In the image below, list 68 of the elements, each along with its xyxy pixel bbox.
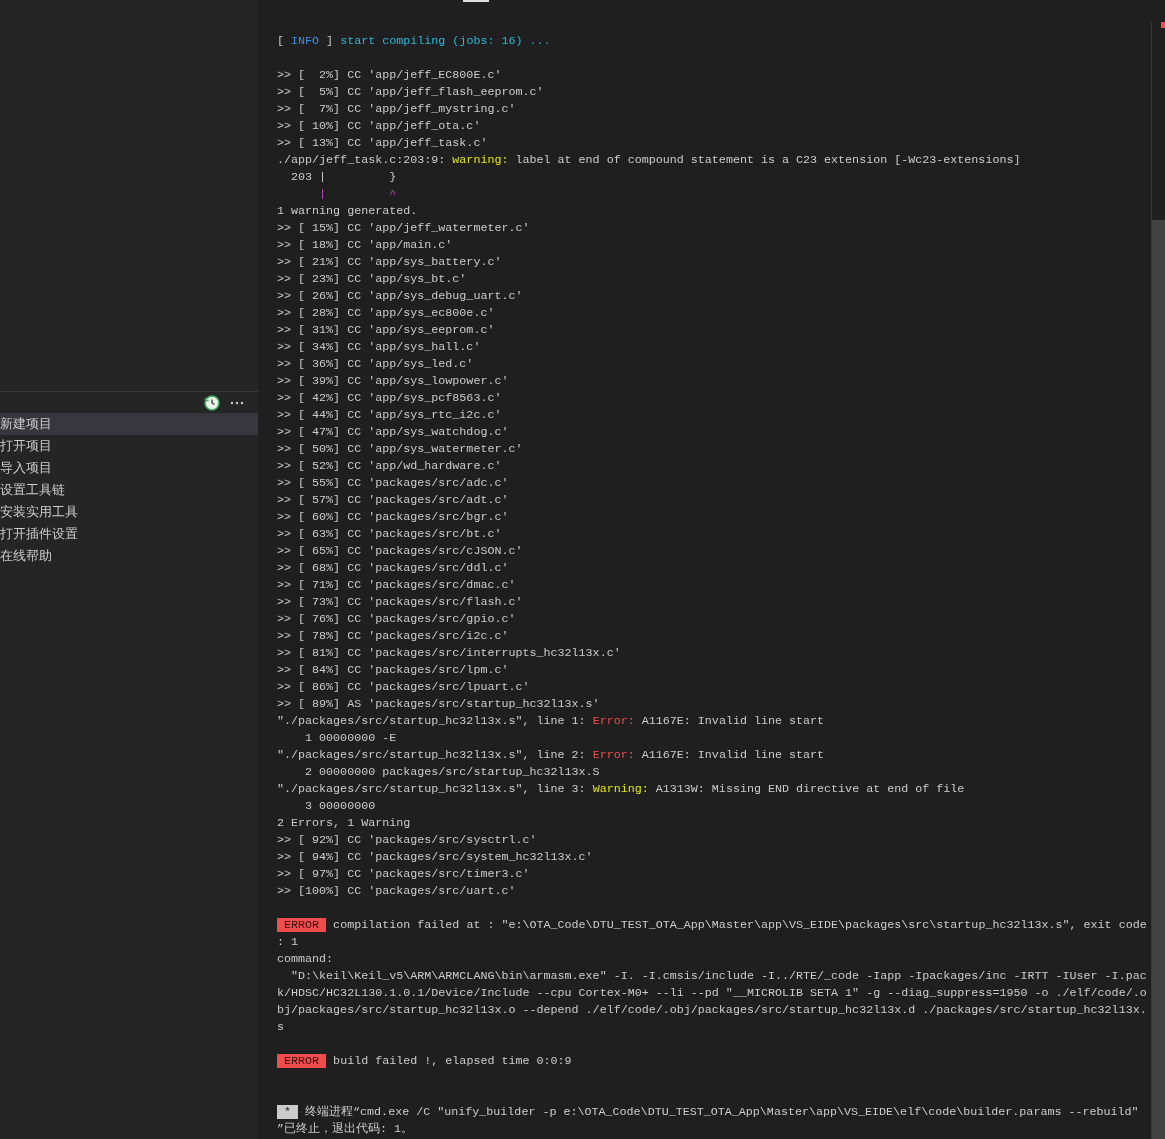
terminal-line: >> [ 2%] CC 'app/jeff_EC800E.c' bbox=[277, 67, 502, 84]
terminal-line: command: bbox=[277, 951, 334, 968]
terminal-line: >> [ 60%] CC 'packages/src/bgr.c' bbox=[277, 509, 509, 526]
terminal-line: >> [ 73%] CC 'packages/src/flash.c' bbox=[277, 594, 523, 611]
terminal-line: "./packages/src/startup_hc32l13x.s", line 2: Error: A1167E: Invalid line start bbox=[277, 747, 825, 764]
terminal-line: 2 Errors, 1 Warning bbox=[277, 815, 411, 832]
terminal-line: 3 00000000 bbox=[304, 798, 376, 815]
terminal-line: | ^ bbox=[318, 186, 397, 203]
terminal-line: >> [ 7%] CC 'app/jeff_mystring.c' bbox=[277, 101, 516, 118]
error-badge: ERROR bbox=[277, 1054, 327, 1068]
terminal-line: 203 | } bbox=[290, 169, 397, 186]
terminal-line: >> [ 71%] CC 'packages/src/dmac.c' bbox=[277, 577, 516, 594]
terminal-line: k/HDSC/HC32L130.1.0.1/Device/Include --cpu Cortex-M0+ --li --pd "__MICROLIB SETA 1" -g --diag_suppress=1950 -o ./elf/code/.o bbox=[277, 985, 1147, 1002]
terminal-line: >> [ 92%] CC 'packages/src/sysctrl.c' bbox=[277, 832, 537, 849]
terminal-line: [ INFO ] start compiling (jobs: 16) ... bbox=[277, 33, 551, 50]
terminal-line: >> [ 31%] CC 'app/sys_eeprom.c' bbox=[277, 322, 495, 339]
terminal-line: >> [ 50%] CC 'app/sys_watermeter.c' bbox=[277, 441, 523, 458]
terminal-line: "./packages/src/startup_hc32l13x.s", line 1: Error: A1167E: Invalid line start bbox=[277, 713, 825, 730]
terminal-line: >> [ 36%] CC 'app/sys_led.c' bbox=[277, 356, 474, 373]
terminal-line: >> [ 21%] CC 'app/sys_battery.c' bbox=[277, 254, 502, 271]
terminal-line: >> [ 86%] CC 'packages/src/lpuart.c' bbox=[277, 679, 530, 696]
terminal-text: 终端进程“cmd.exe /C "unify_builder -p e:\OTA_Code\DTU_TEST_OTA_App\Master\app\VS_EIDE\elf\code\builder.params --rebuild" bbox=[304, 1105, 1139, 1119]
terminal-line: >> [ 13%] CC 'app/jeff_task.c' bbox=[277, 135, 488, 152]
terminal-line: bj/packages/src/startup_hc32l13x.o --depend ./elf/code/.obj/packages/src/startup_hc32l13x.d ./packages/src/startup_hc32l13x. bbox=[277, 1002, 1147, 1019]
terminal-line: >> [ 26%] CC 'app/sys_debug_uart.c' bbox=[277, 288, 523, 305]
terminal-line: 1 warning generated. bbox=[277, 203, 418, 220]
terminal-line: ./app/jeff_task.c:203:9: warning: label at end of compound statement is a C23 extension [-Wc23-extensions] bbox=[277, 152, 1021, 169]
terminal-line: >> [ 10%] CC 'app/jeff_ota.c' bbox=[277, 118, 481, 135]
terminal-line: >> [ 44%] CC 'app/sys_rtc_i2c.c' bbox=[277, 407, 502, 424]
terminal-line: >> [ 34%] CC 'app/sys_hall.c' bbox=[277, 339, 481, 356]
terminal-line: "D:\keil\Keil_v5\ARM\ARMCLANG\bin\armasm.exe" -I. -I.cmsis/include -I../RTE/_code -Iapp -Ipackages/inc -IRTT -IUser -I.pac bbox=[290, 968, 1147, 985]
error-badge: ERROR bbox=[277, 918, 327, 932]
terminal-line: >> [ 23%] CC 'app/sys_bt.c' bbox=[277, 271, 467, 288]
terminal-line: >> [ 89%] AS 'packages/src/startup_hc32l13x.s' bbox=[277, 696, 600, 713]
terminal-line: >> [ 15%] CC 'app/jeff_watermeter.c' bbox=[277, 220, 530, 237]
terminal-line: >> [ 39%] CC 'app/sys_lowpower.c' bbox=[277, 373, 509, 390]
scrollbar[interactable] bbox=[1151, 22, 1165, 1139]
terminal-line: >> [ 76%] CC 'packages/src/gpio.c' bbox=[277, 611, 516, 628]
terminal-line: >> [ 55%] CC 'packages/src/adc.c' bbox=[277, 475, 509, 492]
terminal-line: >> [ 81%] CC 'packages/src/interrupts_hc32l13x.c' bbox=[277, 645, 621, 662]
terminal-line: >> [ 97%] CC 'packages/src/timer3.c' bbox=[277, 866, 530, 883]
terminal-line: >> [ 63%] CC 'packages/src/bt.c' bbox=[277, 526, 502, 543]
terminal-line: >> [ 57%] CC 'packages/src/adt.c' bbox=[277, 492, 509, 509]
status-badge: * bbox=[277, 1105, 299, 1119]
history-icon[interactable] bbox=[204, 394, 220, 411]
terminal-line: >> [ 42%] CC 'app/sys_pcf8563.c' bbox=[277, 390, 502, 407]
more-icon[interactable] bbox=[230, 400, 244, 405]
terminal-line: >> [ 5%] CC 'app/jeff_flash_eeprom.c' bbox=[277, 84, 544, 101]
terminal-line: >> [ 18%] CC 'app/main.c' bbox=[277, 237, 453, 254]
terminal-line: 2 00000000 packages/src/startup_hc32l13x.S bbox=[304, 764, 600, 781]
terminal-text: build failed !, elapsed time 0:0:9 bbox=[332, 1054, 572, 1068]
terminal-line: >> [ 28%] CC 'app/sys_ec800e.c' bbox=[277, 305, 495, 322]
terminal-line: : 1 bbox=[277, 934, 299, 951]
terminal-line: >> [ 78%] CC 'packages/src/i2c.c' bbox=[277, 628, 509, 645]
terminal-text: compilation failed at : "e:\OTA_Code\DTU_TEST_OTA_App\Master\app\VS_EIDE\packages\src\startup_hc32l13x.s", exit code bbox=[332, 918, 1147, 932]
terminal-line: >> [100%] CC 'packages/src/uart.c' bbox=[277, 883, 516, 900]
terminal-line: >> [ 68%] CC 'packages/src/ddl.c' bbox=[277, 560, 509, 577]
terminal-line: "./packages/src/startup_hc32l13x.s", line 3: Warning: A1313W: Missing END directive at end of file bbox=[277, 781, 965, 798]
terminal-line: >> [ 94%] CC 'packages/src/system_hc32l13x.c' bbox=[277, 849, 593, 866]
terminal-line: s bbox=[277, 1019, 284, 1036]
terminal-line: >> [ 84%] CC 'packages/src/lpm.c' bbox=[277, 662, 509, 679]
terminal-line: 1 00000000 -E bbox=[304, 730, 397, 747]
tab-indicator bbox=[463, 0, 489, 2]
terminal-line: ”已终止，退出代码: 1。 bbox=[277, 1121, 414, 1138]
terminal-line: >> [ 52%] CC 'app/wd_hardware.c' bbox=[277, 458, 502, 475]
terminal-line: >> [ 47%] CC 'app/sys_watchdog.c' bbox=[277, 424, 509, 441]
sidebar-item[interactable]: 新建项目 bbox=[0, 413, 258, 435]
terminal-line: >> [ 65%] CC 'packages/src/cJSON.c' bbox=[277, 543, 523, 560]
